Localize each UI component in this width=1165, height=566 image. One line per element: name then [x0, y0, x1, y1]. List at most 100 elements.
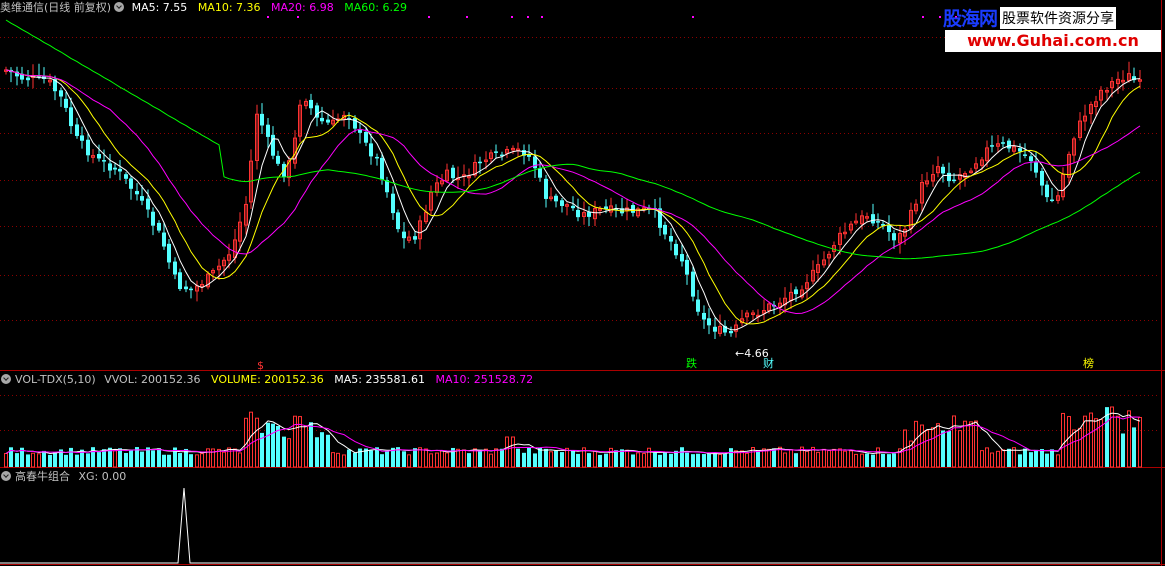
- volume-bar: [1040, 449, 1044, 467]
- volume-bar: [222, 451, 226, 468]
- volume-bar: [402, 451, 406, 467]
- candle-body: [729, 330, 733, 334]
- volume-bar: [113, 450, 117, 468]
- volume-bar: [429, 453, 433, 468]
- candle-body: [680, 254, 684, 262]
- volume-bar: [636, 452, 640, 468]
- candle-body: [544, 178, 548, 199]
- volume-bar: [963, 420, 967, 468]
- volume-bar: [380, 454, 384, 467]
- volume-bar: [200, 453, 204, 468]
- candle-body: [702, 312, 706, 320]
- volume-bar: [527, 447, 531, 467]
- candle-body: [69, 107, 73, 127]
- candle-body: [124, 174, 128, 179]
- candle-body: [478, 161, 482, 164]
- volume-bar: [75, 454, 79, 467]
- volume-bar: [778, 446, 782, 468]
- candle-body: [1034, 162, 1038, 173]
- volume-bar: [642, 453, 646, 468]
- volume-bar: [238, 452, 242, 468]
- candle-body: [135, 191, 139, 195]
- volume-bar: [952, 415, 956, 468]
- marker-dot: [527, 16, 529, 18]
- volume-bar: [435, 452, 439, 468]
- volume-bar: [489, 453, 493, 468]
- volume-bar: [1018, 454, 1022, 467]
- volume-bar: [331, 452, 335, 468]
- volume-bar: [576, 453, 580, 467]
- volume-bar: [729, 448, 733, 467]
- volume-bar: [233, 448, 237, 468]
- volume-bar: [249, 411, 253, 468]
- volume-bar: [713, 452, 717, 467]
- xg-title: 高春牛组合: [15, 470, 70, 483]
- marker-dot: [267, 16, 269, 18]
- xg-line: [0, 487, 1160, 564]
- volume-bar: [969, 421, 973, 468]
- volume-bar: [544, 448, 548, 467]
- candle-body: [157, 222, 161, 231]
- volume-bar: [843, 450, 847, 468]
- candle-body: [1001, 142, 1005, 144]
- volume-bar: [565, 447, 569, 468]
- xg-panel-header: 高春牛组合 XG: 0.00: [0, 470, 133, 484]
- volume-bar: [511, 436, 515, 468]
- candle-body: [167, 243, 171, 263]
- volume-bar: [4, 452, 8, 468]
- volume-bar: [473, 448, 477, 468]
- ma20-line: [5, 69, 1141, 315]
- volume-bar: [309, 422, 313, 467]
- candle-body: [146, 198, 150, 210]
- vvol-value: VVOL: 200152.36: [104, 373, 201, 386]
- panel-menu-icon[interactable]: [114, 2, 125, 12]
- volume-bar: [865, 453, 869, 467]
- volume-bar: [522, 452, 526, 467]
- volume-bar: [494, 448, 498, 468]
- volume-bar: [102, 449, 106, 467]
- volume-bar: [1121, 433, 1125, 467]
- volume-bar: [1007, 448, 1011, 467]
- volume-bar: [816, 451, 820, 468]
- volume-bar: [1078, 427, 1082, 468]
- marker-dot: [922, 16, 924, 18]
- low-price-annotation: ←4.66: [735, 347, 769, 360]
- volume-bar: [418, 447, 422, 468]
- candle-body: [118, 168, 122, 172]
- volume-bar: [614, 450, 618, 467]
- volume-bar: [505, 436, 509, 468]
- volume-bar: [287, 438, 291, 468]
- candle-body: [320, 117, 324, 122]
- volume-bar: [320, 432, 324, 467]
- volume-bar: [64, 454, 68, 467]
- candle-body: [713, 326, 717, 332]
- volume-bar: [647, 447, 651, 468]
- watermark-logo: 股海网 股票软件资源分享 www.Guhai.com.cn: [943, 2, 1163, 54]
- volume-bar: [745, 452, 749, 468]
- volume-bar: [887, 454, 891, 467]
- candle-body: [685, 259, 689, 275]
- signal-s1: $: [257, 359, 264, 372]
- xg-signal-line: [0, 487, 1160, 564]
- candle-body: [64, 98, 68, 108]
- volume-bar: [1061, 412, 1065, 468]
- kline-chart-canvas[interactable]: [0, 0, 1165, 566]
- candle-body: [1023, 154, 1027, 156]
- marker-dot: [541, 16, 543, 18]
- volume-panel-menu-icon[interactable]: [1, 374, 11, 384]
- volume-bar: [653, 452, 657, 467]
- volume-bar: [97, 452, 101, 467]
- xg-panel-menu-icon[interactable]: [1, 471, 11, 481]
- volume-bar: [1138, 416, 1142, 468]
- volume-bar: [342, 454, 346, 468]
- moving-average-lines: [5, 19, 1141, 331]
- price-candles[interactable]: [4, 61, 1142, 340]
- volume-bar: [941, 430, 945, 467]
- candle-body: [380, 157, 384, 180]
- volume-bar: [794, 453, 798, 467]
- volume-bars[interactable]: [4, 406, 1142, 468]
- volume-bar: [996, 450, 1000, 468]
- candle-body: [631, 205, 635, 213]
- candle-body: [260, 113, 264, 126]
- candle-body: [669, 236, 673, 242]
